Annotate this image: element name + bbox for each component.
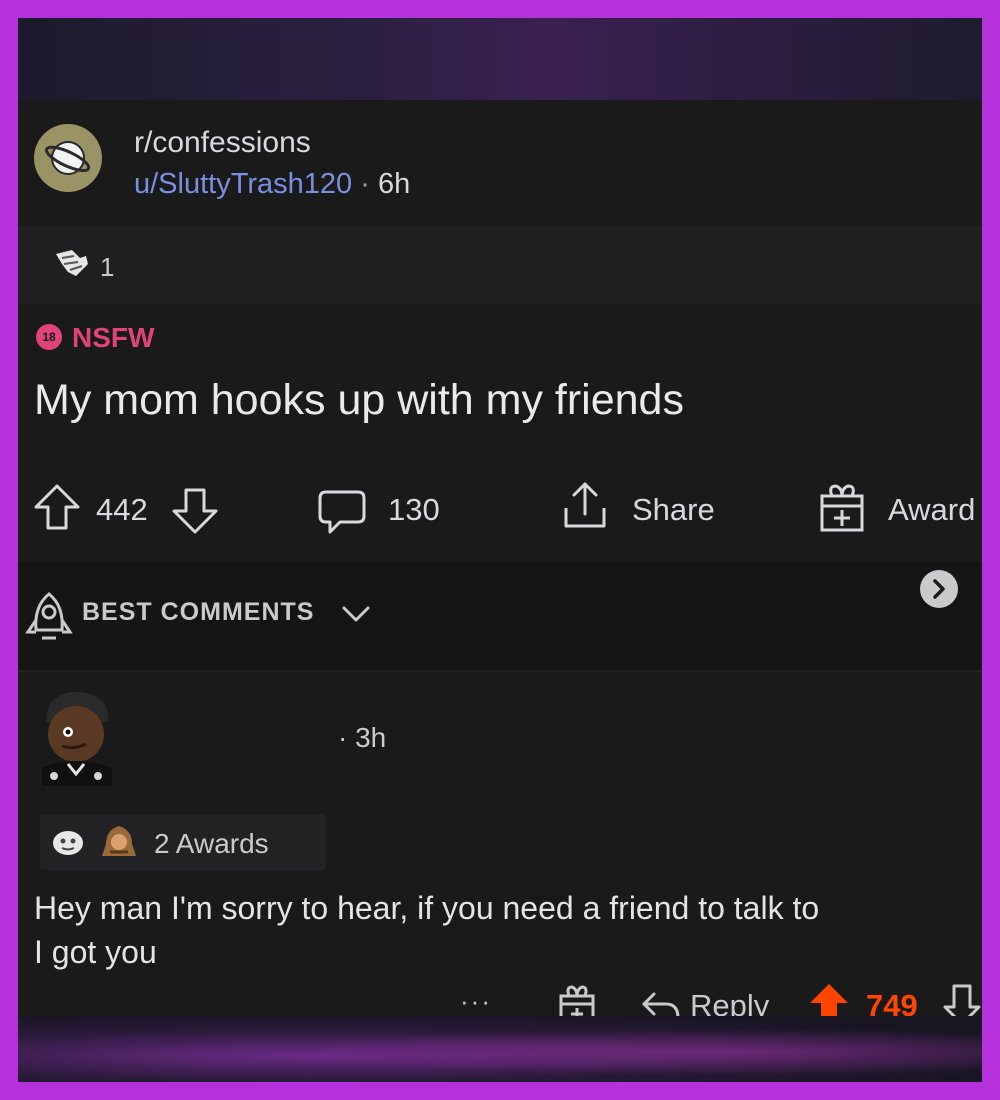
award-icon [98,822,140,867]
comment-card[interactable]: · 3h 2 Awards Hey man I'm sorry to hear,… [18,670,982,1026]
vote-count: 442 [96,492,148,527]
comment-time: · 3h [338,722,387,753]
subreddit-name[interactable]: r/confessions [134,126,311,160]
gift-icon[interactable] [816,480,868,541]
comment-body: Hey man I'm sorry to hear, if you need a… [34,890,820,970]
bottom-backdrop [18,1016,982,1082]
post-meta: u/SluttyTrash120 · 6h [134,168,410,201]
nsfw-icon: 18 [36,324,62,350]
author-username[interactable]: u/SluttyTrash120 [134,168,352,200]
share-icon[interactable] [558,478,612,539]
top-backdrop [18,18,982,100]
reddit-app: r/confessions u/SluttyTrash120 · 6h 1 18… [18,100,982,1026]
award-icon [50,826,86,863]
nsfw-label: NSFW [72,322,155,353]
post-time: 6h [377,168,411,200]
chevron-right-icon [933,579,945,599]
sort-label[interactable]: BEST COMMENTS [82,598,314,627]
sort-icon[interactable] [24,590,74,651]
share-label[interactable]: Share [632,492,715,528]
more-icon[interactable]: ··· [460,986,492,1017]
screenshot-frame: r/confessions u/SluttyTrash120 · 6h 1 18… [18,18,982,1082]
downvote-icon[interactable] [170,484,220,541]
post-card[interactable]: r/confessions u/SluttyTrash120 · 6h 1 18… [18,100,982,562]
upvote-icon[interactable] [32,482,82,539]
award-count: 1 [100,252,115,282]
post-title[interactable]: My mom hooks up with my friends [34,376,684,425]
comment-awards[interactable]: 2 Awards [40,814,326,870]
award-icon [52,242,92,287]
meta-separator: · [360,168,370,200]
subreddit-icon[interactable] [34,124,102,192]
comment-count: 130 [388,492,440,527]
comment-icon[interactable] [314,486,368,541]
awards-strip[interactable] [18,226,982,304]
comment-sort-bar: BEST COMMENTS [18,562,982,670]
avatar[interactable] [32,688,122,793]
award-button-label[interactable]: Award [888,492,975,528]
comment-awards-label: 2 Awards [154,828,269,859]
chevron-down-icon[interactable] [340,602,372,631]
next-comment-button[interactable] [920,570,958,608]
